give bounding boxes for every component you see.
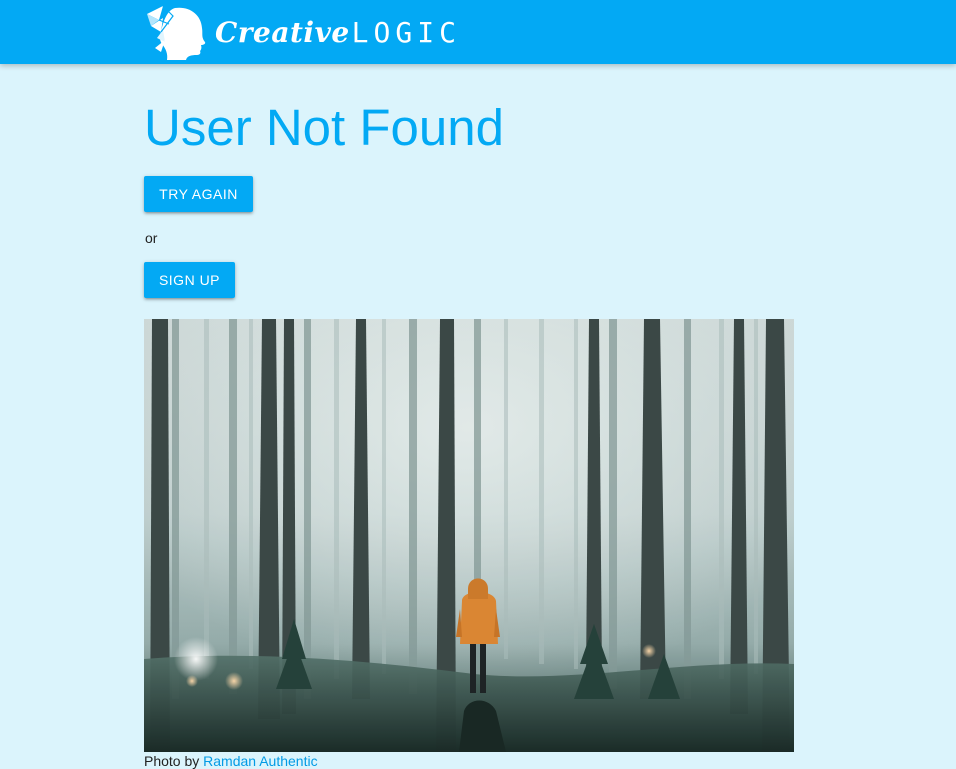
brand-name-creative: Creative xyxy=(215,15,350,49)
sign-up-button[interactable]: SIGN UP xyxy=(144,262,235,298)
brand-name-logic: LOGIC xyxy=(351,15,461,49)
origami-head-logo-icon xyxy=(147,5,206,60)
foggy-forest-photo xyxy=(144,319,794,752)
or-separator-text: or xyxy=(145,230,158,246)
photo-author-link[interactable]: Ramdan Authentic xyxy=(203,753,317,769)
brand-logo-link[interactable]: Creative LOGIC xyxy=(145,0,461,64)
try-again-button[interactable]: TRY AGAIN xyxy=(144,176,253,212)
app-header: Creative LOGIC xyxy=(0,0,956,64)
photo-credit-prefix: Photo by xyxy=(144,753,200,769)
photo-credit: Photo by Ramdan Authentic xyxy=(144,753,318,769)
page-title: User Not Found xyxy=(144,99,504,156)
